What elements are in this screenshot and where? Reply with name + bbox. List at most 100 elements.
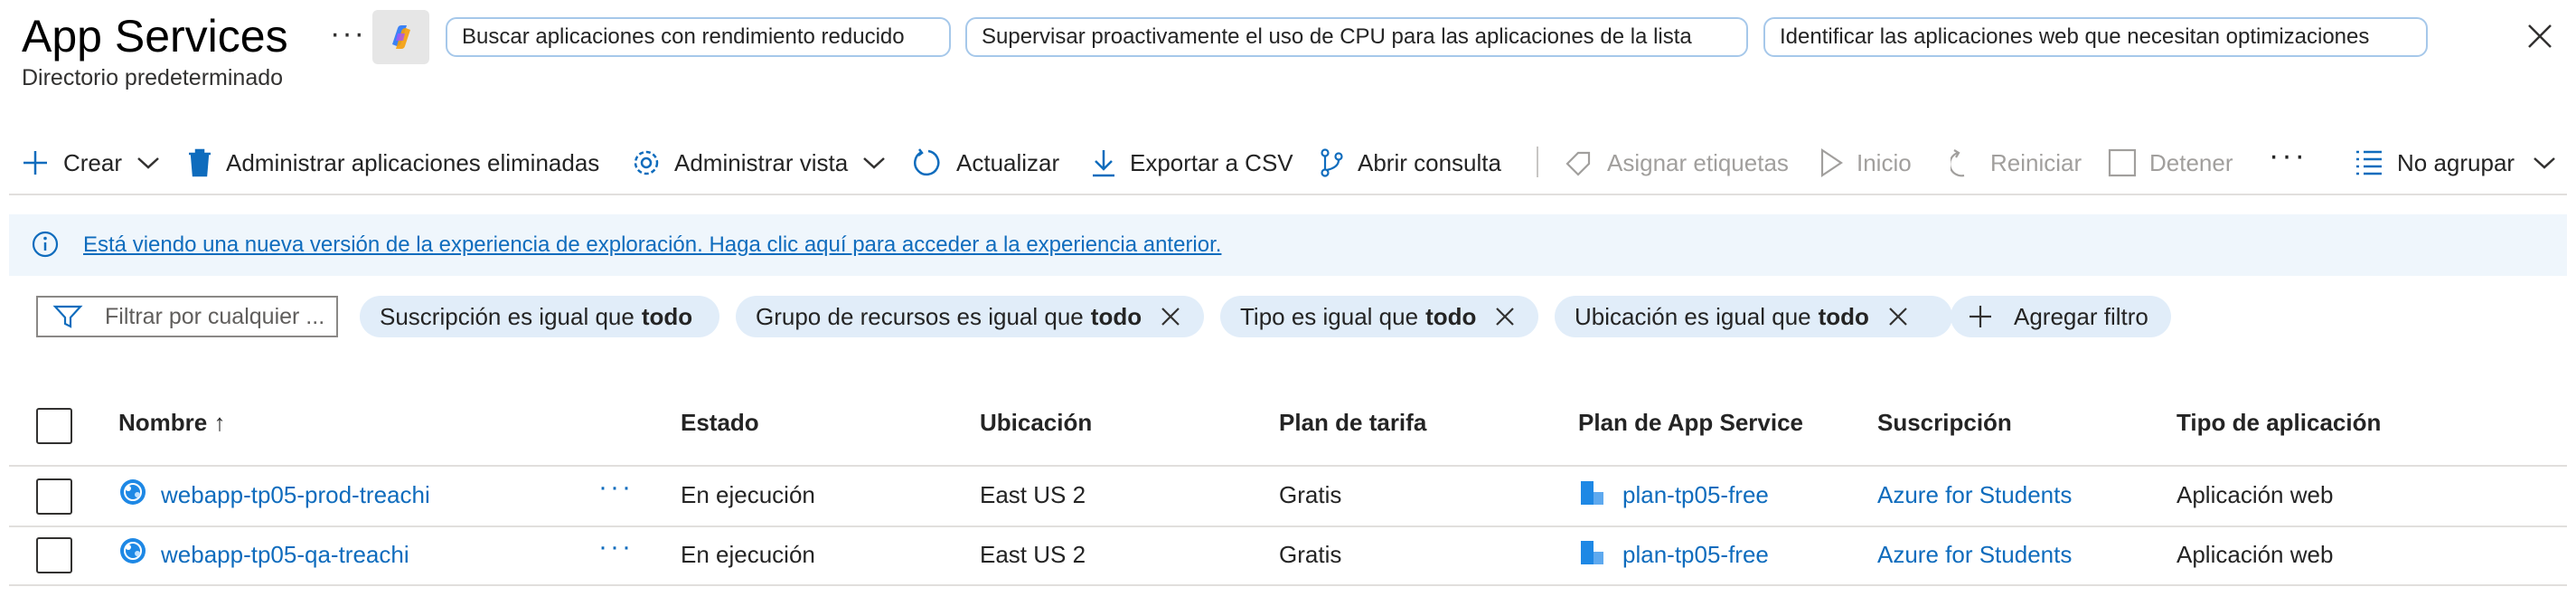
app-type-cell: Aplicación web [2176,541,2334,568]
previous-experience-link[interactable]: Está viendo una nueva versión de la expe… [83,232,1221,258]
close-icon[interactable] [2524,20,2556,52]
restart-icon [1951,149,1965,177]
create-button[interactable]: Crear [20,143,162,183]
column-header-status[interactable]: Estado [681,409,759,437]
pricing-tier-cell: Gratis [1279,481,1342,508]
app-name-link[interactable]: webapp-tp05-qa-treachi [161,541,409,569]
start-button[interactable]: Inicio [1819,143,1912,183]
column-header-subscription[interactable]: Suscripción [1877,409,2012,437]
remove-filter-icon[interactable] [1494,306,1516,327]
filter-chip-subscription[interactable]: Suscripción es igual que todo [360,296,719,337]
column-header-app-type[interactable]: Tipo de aplicación [2176,409,2381,437]
toolbar-more-button[interactable]: ··· [2269,136,2308,175]
suggestion-label: Supervisar proactivamente el uso de CPU … [982,24,1692,49]
suggestion-label: Buscar aplicaciones con rendimiento redu… [462,24,905,49]
row-checkbox[interactable] [36,537,72,573]
restart-button[interactable]: Reiniciar [1951,143,2082,183]
remove-filter-icon[interactable] [1887,306,1909,327]
chip-label: Ubicación es igual que [1575,302,1811,330]
app-name-link[interactable]: webapp-tp05-prod-treachi [161,481,430,509]
app-service-plan-icon [1581,541,1603,564]
grouping-label: No agrupar [2397,148,2515,176]
open-query-label: Abrir consulta [1358,148,1501,176]
refresh-label: Actualizar [956,148,1060,176]
pricing-tier-cell: Gratis [1279,541,1342,568]
grouping-dropdown[interactable]: No agrupar [2354,143,2558,183]
manage-view-button[interactable]: Administrar vista [631,143,888,183]
subscription-link[interactable]: Azure for Students [1877,481,2072,509]
stop-button[interactable]: Detener [2108,143,2233,183]
directory-subtitle: Directorio predeterminado [22,65,284,90]
download-icon [1093,150,1114,177]
manage-view-label: Administrar vista [674,148,849,176]
app-service-plan-link[interactable]: plan-tp05-free [1622,481,1769,509]
chip-label: Tipo es igual que [1240,302,1419,330]
chip-value: todo [1425,302,1477,330]
app-service-plan-icon [1581,481,1603,505]
add-filter-button[interactable]: Agregar filtro [1951,296,2171,337]
filter-chip-type[interactable]: Tipo es igual que todo [1220,296,1538,337]
plus-icon [24,151,47,175]
export-csv-button[interactable]: Exportar a CSV [1090,143,1293,183]
plus-icon [1970,306,1991,327]
subscription-link[interactable]: Azure for Students [1877,541,2072,569]
remove-filter-icon[interactable] [1160,306,1181,327]
chip-value: todo [1818,302,1869,330]
app-type-cell: Aplicación web [2176,481,2334,508]
stop-label: Detener [2149,148,2233,176]
column-header-name[interactable]: Nombre ↑ [118,409,225,437]
header-row-divider [9,465,2567,467]
manage-deleted-apps-button[interactable]: Administrar aplicaciones eliminadas [186,143,599,183]
chevron-down-icon [863,157,885,169]
web-app-icon [120,538,146,563]
gear-icon [634,150,659,175]
start-label: Inicio [1857,148,1912,176]
chevron-down-icon [2534,157,2555,169]
app-service-plan-link[interactable]: plan-tp05-free [1622,541,1769,569]
location-cell: East US 2 [980,541,1086,568]
column-header-location[interactable]: Ubicación [980,409,1092,437]
create-label: Crear [63,148,123,176]
row-more-button[interactable]: ··· [598,532,634,563]
refresh-button[interactable]: Actualizar [913,143,1059,183]
select-all-checkbox[interactable] [36,408,72,444]
toolbar-divider [9,194,2567,195]
branch-query-icon [1321,148,1343,177]
column-header-app-service-plan[interactable]: Plan de App Service [1578,409,1803,437]
manage-deleted-label: Administrar aplicaciones eliminadas [226,148,600,176]
suggestion-label: Identificar las aplicaciones web que nec… [1780,24,2370,49]
tag-icon [1565,151,1591,176]
chip-value: todo [641,302,693,330]
row-divider [9,584,2567,586]
suggestion-optimizations[interactable]: Identificar las aplicaciones web que nec… [1763,17,2428,57]
chip-label: Suscripción es igual que [380,302,635,330]
row-more-button[interactable]: ··· [598,472,634,503]
chip-value: todo [1090,302,1142,330]
list-icon [2356,150,2382,175]
assign-tags-button[interactable]: Asignar etiquetas [1564,143,1789,183]
filter-chip-location[interactable]: Ubicación es igual que todo [1555,296,1952,337]
export-csv-label: Exportar a CSV [1130,148,1293,176]
refresh-icon [914,148,940,176]
suggestion-low-performance[interactable]: Buscar aplicaciones con rendimiento redu… [446,17,951,57]
trash-icon [189,148,211,177]
toolbar-separator [1537,147,1538,177]
web-app-icon [120,479,146,505]
status-cell: En ejecución [681,481,815,508]
status-cell: En ejecución [681,541,815,568]
filter-search-input[interactable]: Filtrar por cualquier ... [36,296,338,337]
chip-label: Grupo de recursos es igual que [756,302,1084,330]
add-filter-label: Agregar filtro [2014,302,2148,330]
header-more-button[interactable]: ··· [330,16,366,52]
play-icon [1820,147,1843,178]
suggestion-cpu-monitor[interactable]: Supervisar proactivamente el uso de CPU … [965,17,1748,57]
copilot-button[interactable] [372,10,429,64]
filter-chip-resource-group[interactable]: Grupo de recursos es igual que todo [736,296,1204,337]
row-divider [9,526,2567,527]
page-title: App Services [22,11,288,62]
info-icon [32,231,59,258]
column-header-pricing-tier[interactable]: Plan de tarifa [1279,409,1426,437]
restart-label: Reiniciar [1990,148,2082,176]
open-query-button[interactable]: Abrir consulta [1318,143,1501,183]
row-checkbox[interactable] [36,478,72,515]
